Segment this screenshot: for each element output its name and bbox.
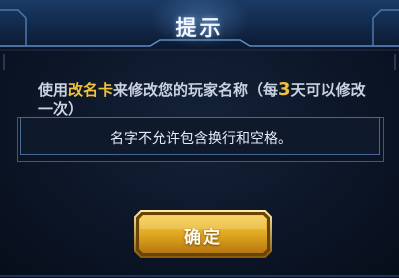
dialog-background: 提示 使用改名卡来修改您的玩家名称（每3天可以修改一次） 名字不允许包含换行和空… bbox=[0, 0, 399, 278]
message-prefix: 使用 bbox=[38, 81, 69, 99]
confirm-label: 确定 bbox=[184, 228, 222, 248]
confirm-button[interactable]: 确定 bbox=[133, 209, 273, 259]
rename-card-highlight: 改名卡 bbox=[68, 81, 114, 99]
message-middle: 来修改您的玩家名称（每 bbox=[113, 81, 279, 99]
dialog-message: 使用改名卡来修改您的玩家名称（每3天可以修改一次） bbox=[38, 80, 378, 119]
dialog-title: 提示 bbox=[175, 16, 224, 40]
error-toast: 名字不允许包含换行和空格。 bbox=[20, 117, 380, 155]
days-highlight: 3 bbox=[278, 79, 291, 100]
toast-message: 名字不允许包含换行和空格。 bbox=[110, 131, 292, 147]
